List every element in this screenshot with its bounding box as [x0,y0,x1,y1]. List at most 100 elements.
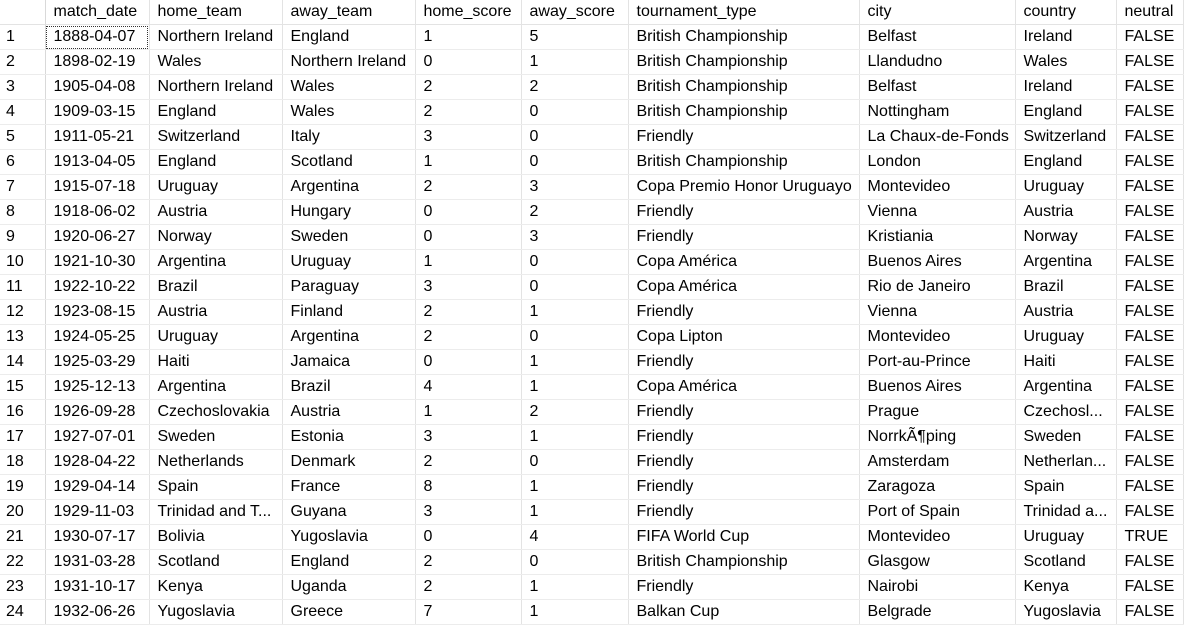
row-number[interactable]: 1 [0,24,46,50]
match-date-cell[interactable]: 1923-08-15 [45,299,150,325]
match-date-cell[interactable]: 1928-04-22 [45,449,150,475]
neutral-cell[interactable]: FALSE [1116,274,1184,300]
neutral-cell[interactable]: FALSE [1116,174,1184,200]
home-team-cell[interactable]: Haiti [149,349,283,375]
row-number[interactable]: 19 [0,474,46,500]
away-score-cell[interactable]: 1 [521,374,629,400]
row-number[interactable]: 10 [0,249,46,275]
tournament-type-cell[interactable]: British Championship [628,24,860,50]
column-header-city[interactable]: city [859,0,1016,25]
neutral-cell[interactable]: FALSE [1116,299,1184,325]
row-number[interactable]: 17 [0,424,46,450]
match-date-cell[interactable]: 1909-03-15 [45,99,150,125]
country-cell[interactable]: Ireland [1015,24,1117,50]
away-team-cell[interactable]: Austria [282,399,416,425]
neutral-cell[interactable]: FALSE [1116,24,1184,50]
country-cell[interactable]: Uruguay [1015,324,1117,350]
country-cell[interactable]: Sweden [1015,424,1117,450]
home-score-cell[interactable]: 0 [415,349,522,375]
country-cell[interactable]: Argentina [1015,374,1117,400]
table-row[interactable]: 10 1921-10-30 Argentina Uruguay 1 0 Copa Améri… [0,249,1184,275]
country-cell[interactable]: Czechosl... [1015,399,1117,425]
home-score-cell[interactable]: 1 [415,149,522,175]
city-cell[interactable]: Port-au-Prince [859,349,1016,375]
country-cell[interactable]: Yugoslavia [1015,599,1117,625]
away-score-cell[interactable]: 1 [521,299,629,325]
column-header-match-date[interactable]: match_date [45,0,150,25]
neutral-cell[interactable]: FALSE [1116,449,1184,475]
city-cell[interactable]: Prague [859,399,1016,425]
away-team-cell[interactable]: Brazil [282,374,416,400]
match-date-cell[interactable]: 1929-04-14 [45,474,150,500]
city-cell[interactable]: Amsterdam [859,449,1016,475]
city-cell[interactable]: Belfast [859,74,1016,100]
match-date-cell[interactable]: 1918-06-02 [45,199,150,225]
home-team-cell[interactable]: Northern Ireland [149,74,283,100]
home-team-cell[interactable]: Austria [149,299,283,325]
city-cell[interactable]: Belfast [859,24,1016,50]
city-cell[interactable]: Glasgow [859,549,1016,575]
home-team-cell[interactable]: Yugoslavia [149,599,283,625]
tournament-type-cell[interactable]: Copa Premio Honor Uruguayo [628,174,860,200]
neutral-cell[interactable]: FALSE [1116,574,1184,600]
tournament-type-cell[interactable]: Friendly [628,124,860,150]
tournament-type-cell[interactable]: Friendly [628,349,860,375]
home-team-cell[interactable]: Switzerland [149,124,283,150]
results-grid[interactable]: match_date home_team away_team home_scor… [0,0,1184,625]
home-score-cell[interactable]: 2 [415,574,522,600]
tournament-type-cell[interactable]: Friendly [628,474,860,500]
tournament-type-cell[interactable]: Copa América [628,374,860,400]
away-score-cell[interactable]: 3 [521,224,629,250]
row-number[interactable]: 3 [0,74,46,100]
away-team-cell[interactable]: Scotland [282,149,416,175]
home-score-cell[interactable]: 0 [415,199,522,225]
tournament-type-cell[interactable]: Copa Lipton [628,324,860,350]
neutral-cell[interactable]: TRUE [1116,524,1184,550]
table-row[interactable]: 20 1929-11-03 Trinidad and T... Guyana 3 1 Fri… [0,499,1184,525]
match-date-cell[interactable]: 1926-09-28 [45,399,150,425]
row-number[interactable]: 4 [0,99,46,125]
column-header-home-score[interactable]: home_score [415,0,522,25]
city-cell[interactable]: Nottingham [859,99,1016,125]
row-number[interactable]: 6 [0,149,46,175]
country-cell[interactable]: Argentina [1015,249,1117,275]
tournament-type-cell[interactable]: British Championship [628,149,860,175]
table-row[interactable]: 13 1924-05-25 Uruguay Argentina 2 0 Copa Lipto… [0,324,1184,350]
neutral-cell[interactable]: FALSE [1116,399,1184,425]
away-score-cell[interactable]: 0 [521,149,629,175]
home-team-cell[interactable]: Netherlands [149,449,283,475]
city-cell[interactable]: Vienna [859,199,1016,225]
home-score-cell[interactable]: 4 [415,374,522,400]
home-team-cell[interactable]: Norway [149,224,283,250]
match-date-cell[interactable]: 1927-07-01 [45,424,150,450]
country-cell[interactable]: Uruguay [1015,524,1117,550]
row-number[interactable]: 5 [0,124,46,150]
away-score-cell[interactable]: 0 [521,99,629,125]
match-date-cell[interactable]: 1931-10-17 [45,574,150,600]
away-team-cell[interactable]: Estonia [282,424,416,450]
country-cell[interactable]: England [1015,99,1117,125]
row-number[interactable]: 23 [0,574,46,600]
row-number[interactable]: 22 [0,549,46,575]
neutral-cell[interactable]: FALSE [1116,149,1184,175]
row-number[interactable]: 12 [0,299,46,325]
neutral-cell[interactable]: FALSE [1116,549,1184,575]
match-date-cell[interactable]: 1924-05-25 [45,324,150,350]
table-row[interactable]: 22 1931-03-28 Scotland England 2 0 British Cha… [0,549,1184,575]
country-cell[interactable]: Switzerland [1015,124,1117,150]
tournament-type-cell[interactable]: Copa América [628,274,860,300]
match-date-cell[interactable]: 1920-06-27 [45,224,150,250]
away-score-cell[interactable]: 0 [521,449,629,475]
row-number-header[interactable] [0,0,46,25]
country-cell[interactable]: England [1015,149,1117,175]
home-team-cell[interactable]: Bolivia [149,524,283,550]
home-team-cell[interactable]: Wales [149,49,283,75]
row-number[interactable]: 8 [0,199,46,225]
away-team-cell[interactable]: England [282,24,416,50]
neutral-cell[interactable]: FALSE [1116,499,1184,525]
tournament-type-cell[interactable]: Copa América [628,249,860,275]
table-row[interactable]: 21 1930-07-17 Bolivia Yugoslavia 0 4 FIFA Worl… [0,524,1184,550]
home-team-cell[interactable]: Sweden [149,424,283,450]
away-team-cell[interactable]: Yugoslavia [282,524,416,550]
city-cell[interactable]: Kristiania [859,224,1016,250]
